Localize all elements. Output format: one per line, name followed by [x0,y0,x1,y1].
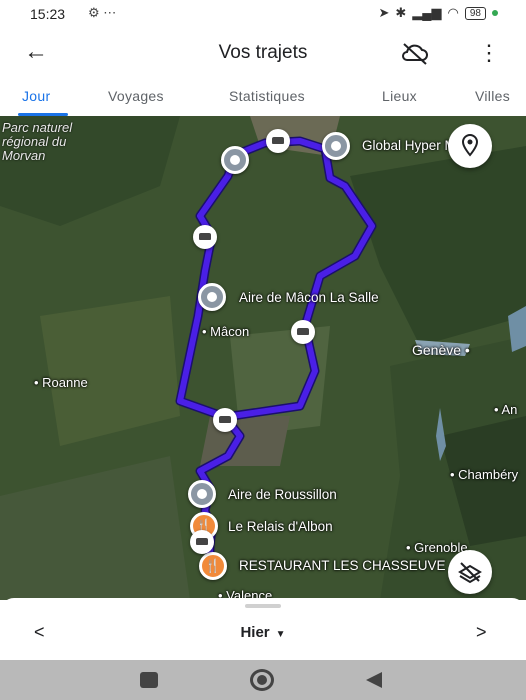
stop-pin-aire-macon[interactable] [198,283,226,311]
stop-label-aire-roussillon[interactable]: Aire de Roussillon [228,487,337,502]
tab-lieux[interactable]: Lieux [382,88,417,104]
car-icon[interactable] [291,320,315,344]
status-bar: 15:23 ⚙ ⋯ ➤ ✱ ▂▄▆ ◠ 98 [0,0,526,28]
recenter-button[interactable] [448,124,492,168]
system-nav-bar [0,660,526,700]
place-chambery: • Chambéry [450,467,519,482]
stop-label-relais-albon[interactable]: Le Relais d'Albon [228,519,333,534]
layers-toggle-button[interactable] [448,550,492,594]
more-options-button[interactable]: ⋮ [478,40,500,68]
chevron-right-icon: > [476,622,487,642]
previous-day-button[interactable]: < [34,622,45,643]
place-geneve-text: Genève [412,342,462,358]
car-icon[interactable] [266,129,290,153]
hide-location-button[interactable] [400,40,430,68]
place-roanne: • Roanne [34,375,88,390]
stop-pin-global[interactable] [322,132,350,160]
map-view[interactable]: Parc naturel régional du Morvan • Mâcon … [0,116,526,600]
tab-villes[interactable]: Villes [475,88,510,104]
place-macon: • Mâcon [202,324,250,339]
place-roanne-text: Roanne [42,375,88,390]
stop-pin-aire-roussillon[interactable] [188,480,216,508]
wifi-icon: ◠ [447,5,459,20]
location-icon: ➤ [378,5,390,20]
tab-jour[interactable]: Jour [22,88,50,104]
status-right: ➤ ✱ ▂▄▆ ◠ 98 [378,5,498,21]
place-annecy: • An [494,402,518,417]
car-icon[interactable] [190,530,214,554]
status-time: 15:23 [30,6,66,22]
layers-off-icon [458,562,482,584]
stop-label-aire-macon[interactable]: Aire de Mâcon La Salle [239,290,379,305]
date-dropdown[interactable]: Hier ▼ [200,624,326,641]
battery-icon: 98 [464,6,486,20]
privacy-dot-icon [492,10,498,16]
sheet-handle[interactable] [245,604,281,608]
car-icon[interactable] [193,225,217,249]
bluetooth-icon: ✱ [395,5,407,20]
caret-down-icon: ▼ [275,629,286,640]
app-bar: ← Vos trajets ⋮ [0,28,526,78]
region-label-morvan: Parc naturel régional du Morvan [2,120,73,163]
stop-pin-start[interactable] [221,146,249,174]
place-annecy-text: An [501,402,518,417]
tab-voyages[interactable]: Voyages [108,88,164,104]
more-vert-icon: ⋮ [478,40,500,65]
tab-statistiques[interactable]: Statistiques [229,88,305,104]
home-button[interactable] [250,669,274,691]
page-title: Vos trajets [218,42,308,63]
place-chambery-text: Chambéry [458,467,519,482]
notification-icons: ⚙ ⋯ [88,5,117,20]
map-pin-icon [461,133,479,157]
stop-pin-restaurant[interactable]: 🍴 [199,552,227,580]
restaurant-icon: 🍴 [204,558,222,573]
tab-bar: Jour Voyages Statistiques Lieux Villes [0,78,526,116]
date-navigator: < Hier ▼ > [0,598,526,660]
date-label: Hier [240,624,270,641]
system-back-button[interactable] [366,672,382,688]
recents-button[interactable] [140,672,158,688]
chevron-left-icon: < [34,622,45,642]
stop-label-restaurant[interactable]: RESTAURANT LES CHASSEUVE [239,558,446,573]
car-icon[interactable] [213,408,237,432]
cloud-off-icon [402,43,428,65]
signal-icon: ▂▄▆ [412,5,442,20]
next-day-button[interactable]: > [476,622,487,643]
place-macon-text: Mâcon [210,324,250,339]
place-geneve: Genève • [412,342,470,358]
